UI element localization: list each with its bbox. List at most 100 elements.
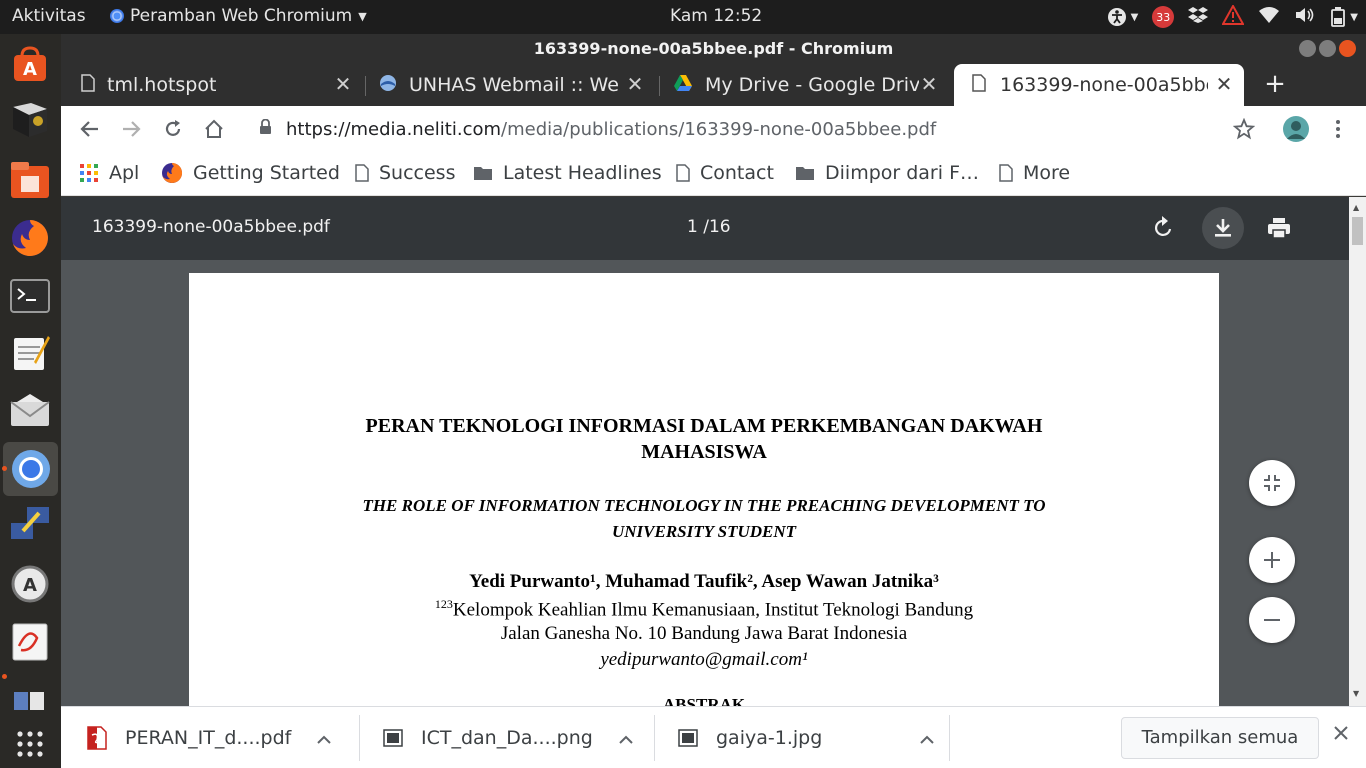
tab-title: My Drive - Google Drive	[705, 74, 919, 96]
chevron-up-icon[interactable]	[920, 727, 934, 749]
wifi-icon[interactable]	[1258, 6, 1280, 29]
tab-close-icon[interactable]: ✕	[1212, 72, 1236, 96]
folder-icon	[474, 167, 492, 180]
tab-title: UNHAS Webmail :: Welcome	[409, 74, 619, 96]
home-button[interactable]	[199, 114, 229, 144]
mail-client-icon[interactable]	[8, 388, 52, 432]
download-filename: gaiya-1.jpg	[716, 727, 823, 749]
accessibility-icon[interactable]: ▼	[1107, 7, 1138, 27]
files-manager-icon[interactable]	[8, 158, 52, 202]
paper-authors: Yedi Purwanto¹, Muhamad Taufik², Asep Wa…	[469, 571, 939, 592]
volume-icon[interactable]	[1294, 6, 1316, 29]
clock[interactable]: Kam 12:52	[670, 6, 762, 26]
tab-close-icon[interactable]: ✕	[917, 72, 941, 96]
bookmark-label: Latest Headlines	[503, 162, 662, 184]
text-editor-icon[interactable]	[8, 330, 52, 374]
scroll-thumb[interactable]	[1352, 217, 1363, 245]
bookmark-contact[interactable]: Contact	[676, 160, 774, 186]
download-item[interactable]: PERAN_IT_d....pdf	[87, 707, 332, 768]
show-all-downloads-button[interactable]: Tampilkan semua	[1121, 717, 1319, 759]
show-applications-icon[interactable]	[8, 722, 52, 766]
chromium-small-icon	[110, 9, 124, 23]
bookmark-latest-headlines[interactable]: Latest Headlines	[473, 160, 662, 186]
system-tray: ▼ 33 ▼	[1107, 3, 1358, 30]
app-menu[interactable]: Peramban Web Chromium ▼	[110, 6, 367, 26]
bookmark-getting-started[interactable]: Getting Started	[161, 160, 340, 186]
warning-icon[interactable]	[1221, 3, 1245, 30]
desktop: Aktivitas Peramban Web Chromium ▼ Kam 12…	[0, 0, 1366, 768]
bookmark-imported-folder[interactable]: Diimpor dari F…	[795, 160, 979, 186]
zoom-out-button[interactable]	[1249, 597, 1295, 643]
address-bar[interactable]: https://media.neliti.com/media/publicati…	[247, 112, 1267, 146]
bookmark-star-button[interactable]	[1229, 114, 1259, 144]
partial-app-icon[interactable]	[8, 678, 52, 722]
print-button[interactable]	[1267, 217, 1291, 244]
scroll-up-arrow-icon[interactable]: ▲	[1353, 203, 1359, 212]
back-button[interactable]	[75, 114, 105, 144]
tab-close-icon[interactable]: ✕	[623, 72, 647, 96]
rotate-icon	[1155, 216, 1172, 236]
tab-webmail[interactable]: UNHAS Webmail :: Welcome ✕	[379, 64, 655, 106]
ubuntu-software-icon[interactable]: A	[8, 42, 52, 86]
firefox-icon[interactable]	[8, 216, 52, 260]
activities-button[interactable]: Aktivitas	[12, 6, 86, 26]
quran-app-icon[interactable]	[8, 98, 52, 142]
download-icon	[1215, 219, 1231, 237]
document-viewer-icon[interactable]	[8, 620, 52, 664]
svg-text:A: A	[23, 575, 37, 596]
software-updater-icon[interactable]: A	[8, 562, 52, 606]
pdf-scrollbar[interactable]: ▲ ▼	[1349, 197, 1366, 706]
profile-avatar[interactable]	[1281, 114, 1311, 144]
remote-desktop-icon[interactable]	[8, 502, 52, 546]
bookmark-success[interactable]: Success	[355, 160, 455, 186]
rotate-button[interactable]	[1153, 215, 1175, 244]
back-arrow-icon	[80, 121, 98, 137]
page-indicator[interactable]: 1 /16	[687, 217, 731, 237]
shelf-separator	[654, 715, 655, 761]
download-button[interactable]	[1202, 207, 1244, 249]
forward-button[interactable]	[116, 114, 146, 144]
zoom-in-button[interactable]	[1249, 537, 1295, 583]
tab-google-drive[interactable]: My Drive - Google Drive ✕	[673, 64, 949, 106]
terminal-icon[interactable]	[8, 274, 52, 318]
bookmark-more[interactable]: More	[999, 160, 1070, 186]
notification-badge[interactable]: 33	[1152, 6, 1175, 28]
paper-affiliation: Kelompok Keahlian Ilmu Kemanusiaan, Inst…	[452, 599, 974, 621]
tab-separator	[365, 76, 366, 96]
image-file-icon	[678, 729, 698, 747]
tab-pdf-active[interactable]: 163399-none-00a5bbee.pdf ✕	[954, 64, 1244, 106]
battery-menu-icon[interactable]: ▼	[1330, 7, 1358, 27]
close-shelf-button[interactable]	[1333, 725, 1349, 745]
chevron-up-icon[interactable]	[317, 727, 332, 749]
download-item[interactable]: gaiya-1.jpg	[678, 707, 934, 768]
scroll-down-arrow-icon[interactable]: ▼	[1353, 689, 1359, 698]
menu-kebab-button[interactable]	[1323, 114, 1353, 144]
bookmark-label: Contact	[700, 162, 774, 184]
minimize-button[interactable]	[1299, 40, 1316, 57]
star-icon	[1233, 118, 1255, 140]
fit-to-page-button[interactable]	[1249, 460, 1295, 506]
new-tab-button[interactable]: +	[1261, 70, 1289, 98]
lock-icon[interactable]	[259, 118, 272, 140]
window-controls	[1299, 40, 1356, 57]
download-item[interactable]: ICT_dan_Da....png	[383, 707, 633, 768]
page-icon	[676, 164, 690, 182]
close-icon	[1334, 726, 1348, 740]
pdf-toolbar: 163399-none-00a5bbee.pdf 1 /16	[61, 197, 1366, 260]
shelf-separator	[359, 715, 360, 761]
apps-grid-icon	[80, 164, 98, 182]
close-window-button[interactable]	[1339, 40, 1356, 57]
maximize-button[interactable]	[1319, 40, 1336, 57]
reload-button[interactable]	[158, 114, 188, 144]
tab-close-icon[interactable]: ✕	[331, 72, 355, 96]
paper-subtitle-line1: THE ROLE OF INFORMATION TECHNOLOGY IN TH…	[362, 496, 1046, 515]
dropbox-icon[interactable]	[1188, 6, 1209, 29]
page-icon	[999, 164, 1013, 182]
chevron-up-icon[interactable]	[619, 727, 633, 749]
bookmark-apps[interactable]: Apl	[79, 160, 139, 186]
ubuntu-dock: A A	[0, 34, 61, 768]
window-title-bar[interactable]: 163399-none-00a5bbee.pdf - Chromium	[61, 34, 1366, 64]
bookmark-label: Success	[379, 162, 456, 184]
tab-hotspot[interactable]: tml.hotspot ✕	[81, 64, 363, 106]
chromium-icon[interactable]	[3, 442, 58, 496]
